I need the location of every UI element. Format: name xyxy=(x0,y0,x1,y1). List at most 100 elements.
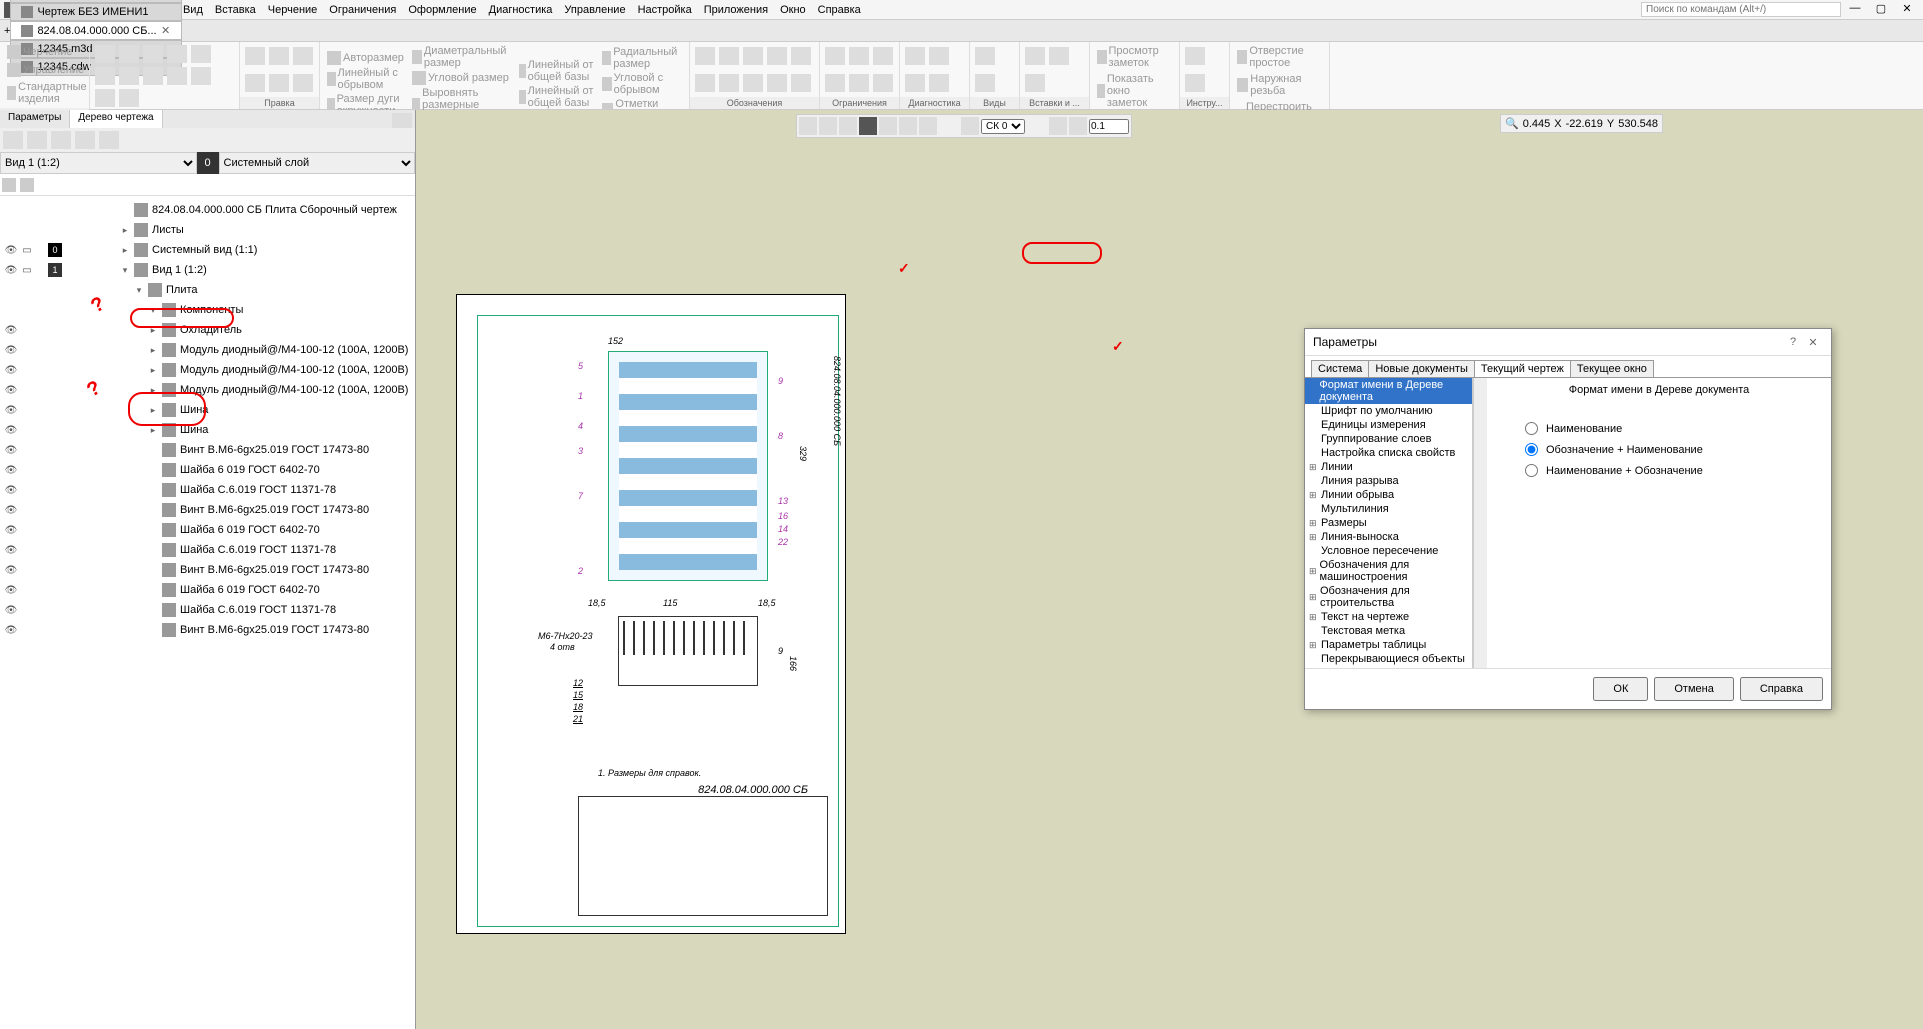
step-input[interactable] xyxy=(1089,119,1129,134)
layer-dropdown[interactable]: Системный слой xyxy=(219,152,416,174)
left-tab-params[interactable]: Параметры xyxy=(0,110,70,128)
tree-row[interactable]: 👁Шайба 6 019 ГОСТ 6402-70 xyxy=(0,520,415,540)
menu-window[interactable]: Окно xyxy=(774,2,812,18)
expand-icon[interactable]: ⊞ xyxy=(1309,490,1318,501)
menu-help[interactable]: Справка xyxy=(812,2,867,18)
dialog-tree-item[interactable]: ⊞Параметры документа xyxy=(1305,666,1472,668)
menu-draw[interactable]: Черчение xyxy=(262,2,324,18)
visibility-icon[interactable]: 👁 xyxy=(4,383,18,397)
tree-row[interactable]: 👁▸Шина xyxy=(0,400,415,420)
visibility-icon[interactable]: 👁 xyxy=(4,363,18,377)
dialog-help-button[interactable]: ? xyxy=(1783,336,1803,348)
dim-angle[interactable]: Угловой размер xyxy=(409,70,514,86)
visibility-icon[interactable]: 👁 xyxy=(4,263,18,277)
tree-row[interactable]: 824.08.04.000.000 СБ Плита Сборочный чер… xyxy=(0,200,415,220)
tool-icon[interactable] xyxy=(1185,47,1205,65)
dialog-tree-item[interactable]: ⊞Обозначения для машиностроения xyxy=(1305,558,1472,584)
scrollbar[interactable] xyxy=(1473,378,1487,668)
radio-input[interactable] xyxy=(1525,464,1538,477)
expand-icon[interactable]: ▸ xyxy=(148,425,158,436)
dialog-tree-item[interactable]: Линия разрыва xyxy=(1305,474,1472,488)
dialog-tree-item[interactable]: Перекрывающиеся объекты xyxy=(1305,652,1472,666)
snap-icon[interactable] xyxy=(1049,117,1067,135)
geom-tool-icon[interactable] xyxy=(95,67,115,85)
review-view-notes[interactable]: Просмотр заметок xyxy=(1094,44,1175,70)
expand-icon[interactable]: ▾ xyxy=(120,265,130,276)
edit-tool-icon[interactable] xyxy=(293,47,313,65)
visibility-icon[interactable]: 👁 xyxy=(4,583,18,597)
view-tool-icon[interactable] xyxy=(975,74,995,92)
dialog-tree-item[interactable]: Настройка списка свойств xyxy=(1305,446,1472,460)
annot-tool-icon[interactable] xyxy=(791,74,811,92)
expand-icon[interactable]: ▸ xyxy=(148,385,158,396)
tree-row[interactable]: 👁Шайба 6 019 ГОСТ 6402-70 xyxy=(0,580,415,600)
dialog-tree-item[interactable]: ⊞Обозначения для строительства xyxy=(1305,584,1472,610)
dim-base2[interactable]: Линейный от общей базы xyxy=(516,84,597,110)
constraint-tool-icon[interactable] xyxy=(849,74,869,92)
visibility-icon[interactable]: 👁 xyxy=(4,623,18,637)
canvas-tool-icon[interactable] xyxy=(879,117,897,135)
canvas-tool-icon[interactable] xyxy=(859,117,877,135)
tree-row[interactable]: 👁▸Модуль диодный@/M4-100-12 (100A, 1200B… xyxy=(0,360,415,380)
geom-tool-icon[interactable] xyxy=(191,45,211,63)
dialog-tree-item[interactable]: Единицы измерения xyxy=(1305,418,1472,432)
tree-row[interactable]: 👁Винт B.M6-6gx25.019 ГОСТ 17473-80 xyxy=(0,620,415,640)
menu-insert[interactable]: Вставка xyxy=(209,2,262,18)
annot-tool-icon[interactable] xyxy=(695,47,715,65)
tree-row[interactable]: ▾Плита xyxy=(0,280,415,300)
expand-icon[interactable]: ▾ xyxy=(134,285,144,296)
tree-tool-icon[interactable] xyxy=(99,131,119,149)
canvas-area[interactable]: СК 0 🔍 0.445 X -22.619 Y 530.548 824.08.… xyxy=(416,110,1923,1029)
view-tool-icon[interactable] xyxy=(975,47,995,65)
minimize-button[interactable]: — xyxy=(1843,2,1867,18)
dim-auto[interactable]: Авторазмер xyxy=(324,50,407,66)
radio-input[interactable] xyxy=(1525,422,1538,435)
close-button[interactable]: ✕ xyxy=(1895,2,1919,18)
dialog-tree-item[interactable]: ⊞Текст на чертеже xyxy=(1305,610,1472,624)
dialog-tree-item[interactable]: ⊞Линии обрыва xyxy=(1305,488,1472,502)
annot-tool-icon[interactable] xyxy=(791,47,811,65)
tree-row[interactable]: 👁Винт B.M6-6gx25.019 ГОСТ 17473-80 xyxy=(0,500,415,520)
diag-tool-icon[interactable] xyxy=(905,74,925,92)
visibility-icon[interactable]: 👁 xyxy=(4,543,18,557)
tool-icon[interactable] xyxy=(1185,74,1205,92)
visibility-icon[interactable]: 👁 xyxy=(4,423,18,437)
menu-manage[interactable]: Управление xyxy=(558,2,631,18)
dialog-tab[interactable]: Текущий чертеж xyxy=(1474,360,1571,377)
expand-icon[interactable]: ⊞ xyxy=(1309,532,1318,543)
edit-tool-icon[interactable] xyxy=(293,74,313,92)
ribbon-standard[interactable]: Стандартные изделия xyxy=(4,80,95,106)
tree-tool-icon[interactable] xyxy=(51,131,71,149)
constraint-tool-icon[interactable] xyxy=(873,47,893,65)
diag-tool-icon[interactable] xyxy=(905,47,925,65)
radio-option[interactable]: Наименование + Обозначение xyxy=(1495,460,1823,481)
tree-row[interactable]: 👁▸Модуль диодный@/M4-100-12 (100A, 1200B… xyxy=(0,340,415,360)
expand-icon[interactable]: ⊞ xyxy=(1309,462,1318,473)
expand-icon[interactable]: ▸ xyxy=(120,225,130,236)
tree-row[interactable]: 👁Шайба C.6.019 ГОСТ 11371-78 xyxy=(0,540,415,560)
tree-tool-icon[interactable] xyxy=(75,131,95,149)
expand-icon[interactable]: ⊞ xyxy=(1309,592,1317,603)
edit-tool-icon[interactable] xyxy=(269,74,289,92)
expand-icon[interactable]: ⊞ xyxy=(1309,640,1318,651)
dim-angle-break[interactable]: Угловой с обрывом xyxy=(599,71,685,97)
radio-option[interactable]: Наименование xyxy=(1495,418,1823,439)
dialog-tree-item[interactable]: Группирование слоев xyxy=(1305,432,1472,446)
tree-tool-icon[interactable] xyxy=(27,131,47,149)
annot-tool-icon[interactable] xyxy=(695,74,715,92)
geom-tool-icon[interactable] xyxy=(143,45,163,63)
dialog-tree-item[interactable]: Мультилиния xyxy=(1305,502,1472,516)
document-tab[interactable]: Чертеж БЕЗ ИМЕНИ1 xyxy=(10,3,181,21)
diag-tool-icon[interactable] xyxy=(929,74,949,92)
menu-constraints[interactable]: Ограничения xyxy=(323,2,402,18)
insert-tool-icon[interactable] xyxy=(1049,47,1069,65)
dim-base1[interactable]: Линейный от общей базы xyxy=(516,58,597,84)
visibility-icon[interactable]: 👁 xyxy=(4,563,18,577)
dim-linear-break[interactable]: Линейный с обрывом xyxy=(324,66,407,92)
canvas-tool-icon[interactable] xyxy=(839,117,857,135)
annot-tool-icon[interactable] xyxy=(719,74,739,92)
edit-tool-icon[interactable] xyxy=(269,47,289,65)
help-button[interactable]: Справка xyxy=(1740,677,1823,701)
dialog-tab[interactable]: Текущее окно xyxy=(1570,360,1654,377)
menu-diagnostics[interactable]: Диагностика xyxy=(483,2,559,18)
